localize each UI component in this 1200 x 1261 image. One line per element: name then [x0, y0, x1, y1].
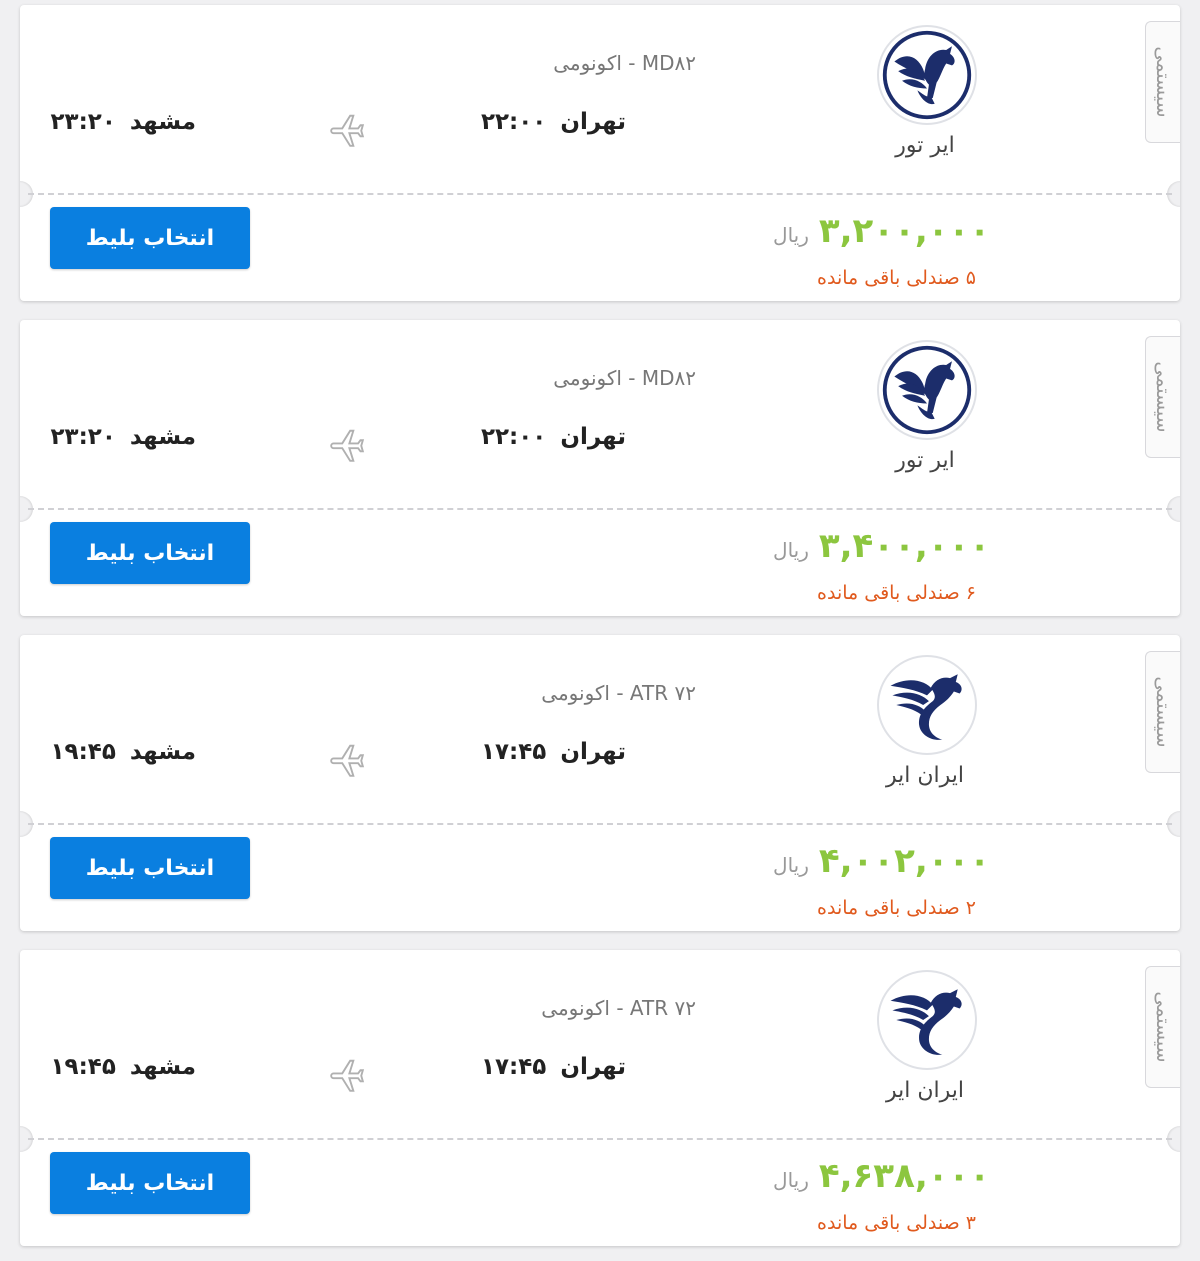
air-tour-logo-icon: [877, 25, 977, 125]
destination: مشهد ۱۹:۴۵: [51, 739, 196, 765]
departure-time: ۱۷:۴۵: [480, 739, 547, 765]
flight-card[interactable]: سیستمی ایر تور MD۸۲ - اکونومی تهران ۲۲:۰۰: [20, 320, 1180, 616]
system-tag: سیستمی: [1145, 651, 1180, 773]
destination-city: مشهد: [129, 1054, 196, 1080]
airline-name: ایران ایر: [885, 763, 964, 788]
arrival-time: ۲۳:۲۰: [50, 109, 116, 135]
seats-remaining: ۵ صندلی باقی مانده: [817, 267, 976, 289]
arrival-time: ۱۹:۴۵: [50, 1054, 116, 1080]
price-amount: ۴,۶۳۸,۰۰۰: [818, 1156, 990, 1196]
price: ۴,۶۳۸,۰۰۰ ریال: [773, 1156, 990, 1196]
airline-name: ایر تور: [895, 448, 955, 473]
select-ticket-button[interactable]: انتخاب بلیط: [50, 1152, 250, 1214]
currency-label: ریال: [773, 223, 809, 247]
select-ticket-button[interactable]: انتخاب بلیط: [50, 522, 250, 584]
airline-name: ایران ایر: [885, 1078, 964, 1103]
aircraft-class: ATR ۷۲ - اکونومی: [541, 996, 696, 1020]
price: ۳,۴۰۰,۰۰۰ ریال: [773, 526, 990, 566]
origin: تهران ۱۷:۴۵: [481, 1054, 626, 1080]
iran-air-logo-icon: [877, 655, 977, 755]
flight-results-list: سیستمی ایر تور MD۸۲ - اکونومی تهران ۲۲:۰۰: [0, 0, 1200, 1261]
origin-city: تهران: [560, 739, 626, 765]
price-amount: ۴,۰۰۲,۰۰۰: [818, 841, 990, 881]
airplane-icon: [328, 426, 366, 464]
select-ticket-button[interactable]: انتخاب بلیط: [50, 207, 250, 269]
price: ۳,۲۰۰,۰۰۰ ریال: [773, 211, 990, 251]
aircraft-class: MD۸۲ - اکونومی: [553, 366, 696, 390]
destination-city: مشهد: [129, 739, 196, 765]
origin-city: تهران: [560, 109, 626, 135]
currency-label: ریال: [773, 1168, 809, 1192]
airline-name: ایر تور: [895, 133, 955, 158]
aircraft-class: ATR ۷۲ - اکونومی: [541, 681, 696, 705]
ticket-divider: [28, 193, 1172, 195]
seats-remaining: ۶ صندلی باقی مانده: [817, 582, 976, 604]
departure-time: ۲۲:۰۰: [480, 109, 547, 135]
system-tag: سیستمی: [1145, 966, 1180, 1088]
price-amount: ۳,۴۰۰,۰۰۰: [818, 526, 990, 566]
destination-city: مشهد: [129, 424, 196, 450]
price-amount: ۳,۲۰۰,۰۰۰: [818, 211, 990, 251]
origin: تهران ۲۲:۰۰: [481, 424, 626, 450]
destination: مشهد ۱۹:۴۵: [51, 1054, 196, 1080]
system-tag: سیستمی: [1145, 336, 1180, 458]
currency-label: ریال: [773, 853, 809, 877]
system-tag: سیستمی: [1145, 21, 1180, 143]
origin-city: تهران: [560, 424, 626, 450]
arrival-time: ۱۹:۴۵: [50, 739, 116, 765]
destination: مشهد ۲۳:۲۰: [51, 424, 196, 450]
airplane-icon: [328, 1056, 366, 1094]
arrival-time: ۲۳:۲۰: [50, 424, 116, 450]
departure-time: ۱۷:۴۵: [480, 1054, 547, 1080]
flight-card[interactable]: سیستمی ایر تور MD۸۲ - اکونومی تهران ۲۲:۰۰: [20, 5, 1180, 301]
flight-card[interactable]: سیستمی ایران ایر ATR ۷۲ - اکونومی تهران ۱…: [20, 635, 1180, 931]
select-ticket-button[interactable]: انتخاب بلیط: [50, 837, 250, 899]
currency-label: ریال: [773, 538, 809, 562]
flight-card[interactable]: سیستمی ایران ایر ATR ۷۲ - اکونومی تهران ۱…: [20, 950, 1180, 1246]
price: ۴,۰۰۲,۰۰۰ ریال: [773, 841, 990, 881]
origin-city: تهران: [560, 1054, 626, 1080]
destination-city: مشهد: [129, 109, 196, 135]
airplane-icon: [328, 741, 366, 779]
ticket-divider: [28, 823, 1172, 825]
origin: تهران ۱۷:۴۵: [481, 739, 626, 765]
airplane-icon: [328, 111, 366, 149]
departure-time: ۲۲:۰۰: [480, 424, 547, 450]
seats-remaining: ۲ صندلی باقی مانده: [817, 897, 976, 919]
ticket-divider: [28, 1138, 1172, 1140]
seats-remaining: ۳ صندلی باقی مانده: [817, 1212, 976, 1234]
aircraft-class: MD۸۲ - اکونومی: [553, 51, 696, 75]
air-tour-logo-icon: [877, 340, 977, 440]
iran-air-logo-icon: [877, 970, 977, 1070]
destination: مشهد ۲۳:۲۰: [51, 109, 196, 135]
ticket-divider: [28, 508, 1172, 510]
origin: تهران ۲۲:۰۰: [481, 109, 626, 135]
